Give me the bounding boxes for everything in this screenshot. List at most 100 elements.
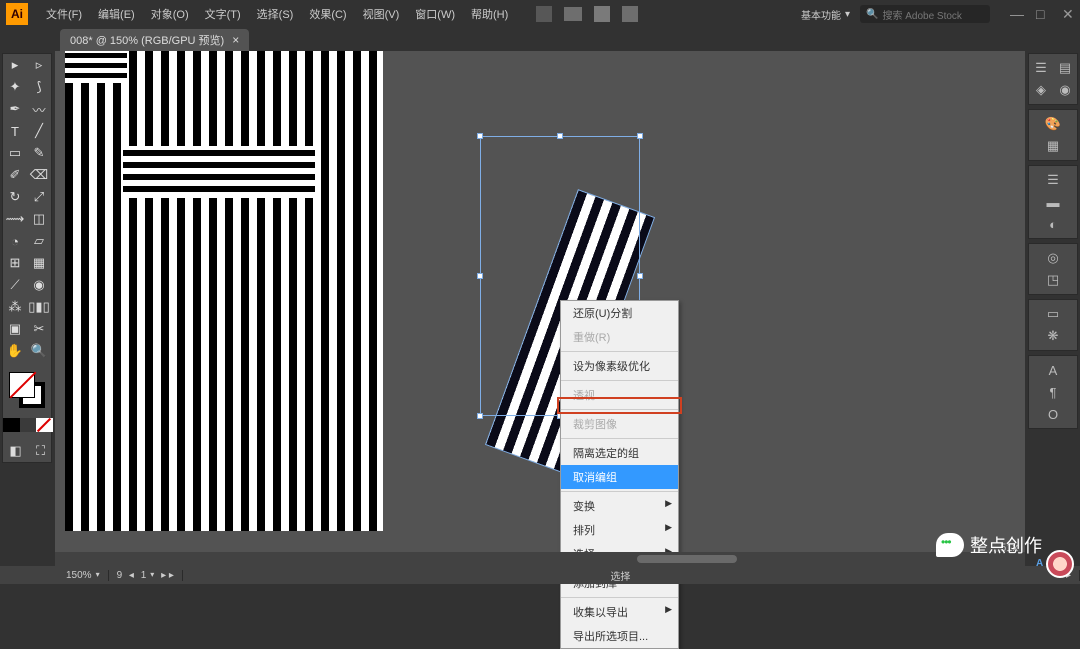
workspace-switcher[interactable]: 基本功能▾: [801, 7, 850, 22]
blend-tool[interactable]: ◉: [27, 274, 51, 296]
color-mode-row: [3, 418, 53, 434]
slice-tool[interactable]: ✂: [27, 318, 51, 340]
menu-effect[interactable]: 效果(C): [301, 6, 354, 22]
ctx-separator: [561, 438, 678, 439]
asset-panel-icon[interactable]: ◉: [1053, 79, 1077, 101]
selection-handle[interactable]: [477, 273, 483, 279]
character-panel-icon[interactable]: A: [1029, 359, 1077, 381]
selection-tool[interactable]: ▸: [3, 54, 27, 76]
direct-selection-tool[interactable]: ▹: [27, 54, 51, 76]
color-mode-gradient[interactable]: [20, 418, 37, 432]
type-tool[interactable]: T: [3, 120, 27, 142]
tab-close-button[interactable]: ×: [232, 33, 239, 47]
shaper-tool[interactable]: ✐: [3, 164, 27, 186]
rectangle-tool[interactable]: ▭: [3, 142, 27, 164]
adobe-stock-search[interactable]: 🔍搜索 Adobe Stock: [860, 5, 990, 23]
swatches-panel-icon[interactable]: ▦: [1029, 135, 1077, 157]
watermark: 整点创作: [936, 532, 1042, 558]
eraser-tool[interactable]: ⌫: [27, 164, 51, 186]
document-tab[interactable]: 008* @ 150% (RGB/GPU 预览) ×: [60, 29, 249, 51]
opentype-panel-icon[interactable]: O: [1029, 403, 1077, 425]
menu-help[interactable]: 帮助(H): [463, 6, 516, 22]
menu-type[interactable]: 文字(T): [197, 6, 249, 22]
ctx-separator: [561, 409, 678, 410]
magic-wand-tool[interactable]: ✦: [3, 76, 27, 98]
tools-panel: ▸▹ ✦⟆ ✒〰 T╱ ▭✎ ✐⌫ ↻⤢ ⟿◫ ◔▱ ⊞▦ ⟋◉ ⁂▯▮▯ ▣✂…: [2, 53, 52, 463]
ctx-pixel-perfect[interactable]: 设为像素级优化: [561, 354, 678, 378]
stroke-panel-icon[interactable]: ☰: [1029, 169, 1077, 191]
selection-handle[interactable]: [557, 133, 563, 139]
artboard-tool[interactable]: ▣: [3, 318, 27, 340]
ctx-export-selection[interactable]: 导出所选项目...: [561, 624, 678, 648]
free-transform-tool[interactable]: ◫: [27, 208, 51, 230]
line-tool[interactable]: ╱: [27, 120, 51, 142]
ctx-collect-export[interactable]: 收集以导出▶: [561, 600, 678, 624]
menubar-icon-st[interactable]: [564, 7, 582, 21]
horizontal-scrollbar[interactable]: [55, 552, 1025, 566]
menubar-icon-arrange[interactable]: [594, 6, 610, 22]
hand-tool[interactable]: ✋: [3, 340, 27, 362]
mesh-tool[interactable]: ⊞: [3, 252, 27, 274]
graphic-styles-panel-icon[interactable]: ◳: [1029, 269, 1077, 291]
brushes-panel-icon[interactable]: ▭: [1029, 303, 1077, 325]
selection-handle[interactable]: [477, 133, 483, 139]
selection-handle[interactable]: [477, 413, 483, 419]
ctx-ungroup[interactable]: 取消编组: [561, 465, 678, 489]
zoom-level[interactable]: 150%▾: [58, 570, 109, 581]
menu-edit[interactable]: 编辑(E): [90, 6, 143, 22]
layers-panel-icon[interactable]: ◈: [1029, 79, 1053, 101]
screen-mode[interactable]: ⛶: [28, 440, 53, 462]
pen-tool[interactable]: ✒: [3, 98, 27, 120]
menubar-icon-1[interactable]: [536, 6, 552, 22]
fill-swatch[interactable]: [9, 372, 35, 398]
menu-select[interactable]: 选择(S): [249, 6, 302, 22]
selection-handle[interactable]: [637, 133, 643, 139]
ctx-undo[interactable]: 还原(U)分割: [561, 301, 678, 325]
menu-window[interactable]: 窗口(W): [407, 6, 463, 22]
brush-tool[interactable]: ✎: [27, 142, 51, 164]
menubar-icon-send[interactable]: [622, 6, 638, 22]
search-icon: 🔍: [866, 9, 878, 20]
rotate-tool[interactable]: ↻: [3, 186, 27, 208]
selection-handle[interactable]: [637, 273, 643, 279]
fill-stroke-indicator[interactable]: [3, 370, 53, 414]
menu-file[interactable]: 文件(F): [38, 6, 90, 22]
appearance-panel-icon[interactable]: ◎: [1029, 247, 1077, 269]
scroll-thumb[interactable]: [637, 555, 737, 563]
submenu-arrow-icon: ▶: [665, 604, 672, 615]
symbols-panel-icon[interactable]: ❋: [1029, 325, 1077, 347]
gradient-tool[interactable]: ▦: [27, 252, 51, 274]
draw-mode[interactable]: ◧: [3, 440, 28, 462]
zoom-tool[interactable]: 🔍: [27, 340, 51, 362]
perspective-tool[interactable]: ▱: [27, 230, 51, 252]
libraries-panel-icon[interactable]: ▤: [1053, 57, 1077, 79]
ctx-isolate[interactable]: 隔离选定的组: [561, 441, 678, 465]
width-tool[interactable]: ⟿: [3, 208, 27, 230]
gradient-panel-icon[interactable]: ▬: [1029, 191, 1077, 213]
eyedropper-tool[interactable]: ⟋: [3, 274, 27, 296]
ctx-arrange[interactable]: 排列▶: [561, 518, 678, 542]
graph-tool[interactable]: ▯▮▯: [27, 296, 51, 318]
color-mode-none[interactable]: [36, 418, 53, 432]
symbol-sprayer-tool[interactable]: ⁂: [3, 296, 27, 318]
lasso-tool[interactable]: ⟆: [27, 76, 51, 98]
artboard-nav[interactable]: 9 ◂ 1▾ ▸ ▸: [109, 570, 183, 581]
status-bar: 150%▾ 9 ◂ 1▾ ▸ ▸ 选择 ▸: [0, 566, 1080, 584]
submenu-arrow-icon: ▶: [665, 522, 672, 533]
color-panel-icon[interactable]: 🎨: [1029, 113, 1077, 135]
transparency-panel-icon[interactable]: ◐: [1029, 213, 1077, 235]
scale-tool[interactable]: ⤢: [27, 186, 51, 208]
menu-view[interactable]: 视图(V): [355, 6, 408, 22]
window-minimize[interactable]: —: [1010, 8, 1022, 20]
color-mode-solid[interactable]: [3, 418, 20, 432]
window-close[interactable]: ✕: [1062, 8, 1074, 20]
menu-object[interactable]: 对象(O): [143, 6, 197, 22]
paragraph-panel-icon[interactable]: ¶: [1029, 381, 1077, 403]
properties-panel-icon[interactable]: ☰: [1029, 57, 1053, 79]
shape-builder-tool[interactable]: ◔: [3, 230, 27, 252]
ctx-separator: [561, 380, 678, 381]
ctx-transform[interactable]: 变换▶: [561, 494, 678, 518]
curvature-tool[interactable]: 〰: [27, 98, 51, 120]
window-maximize[interactable]: □: [1036, 8, 1048, 20]
canvas[interactable]: [55, 51, 1025, 564]
